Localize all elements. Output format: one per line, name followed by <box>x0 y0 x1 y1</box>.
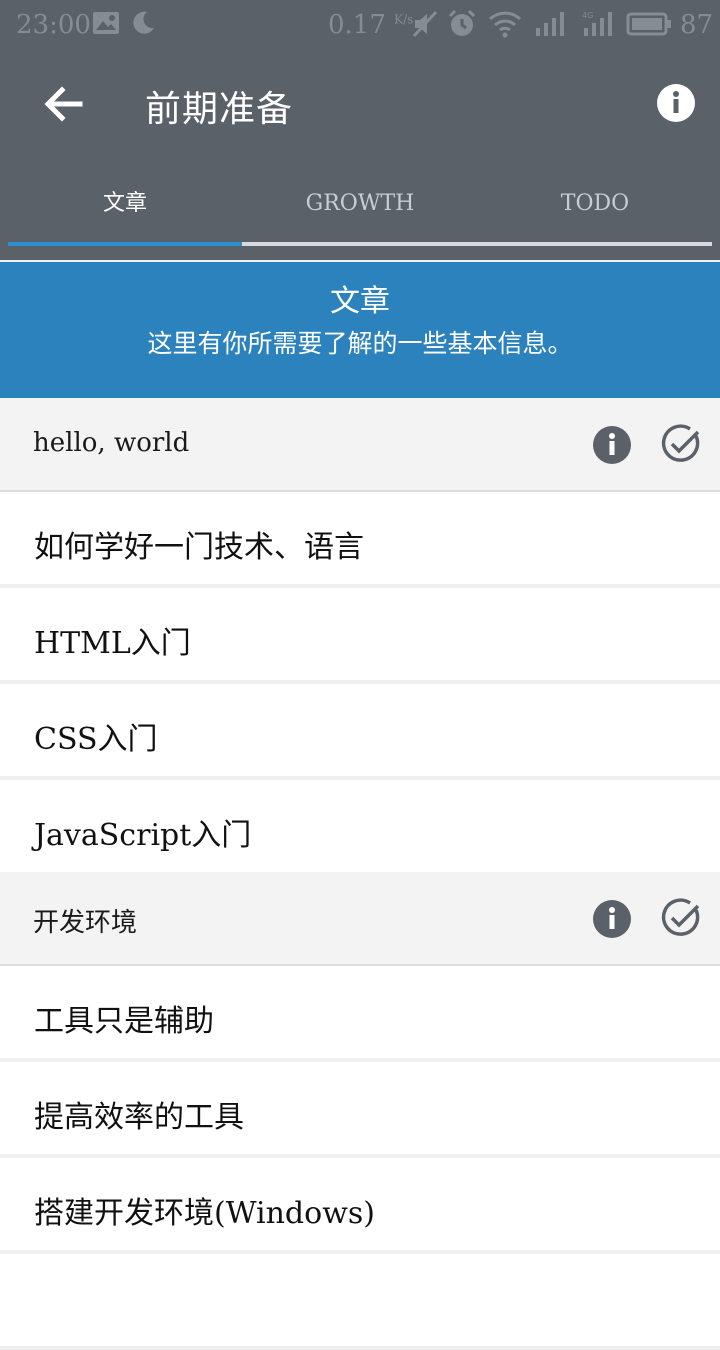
mute-icon <box>412 10 438 42</box>
list-item-label: HTML入门 <box>34 626 191 661</box>
speed-unit: K/s <box>394 12 414 27</box>
status-time: 23:00 <box>16 10 91 40</box>
battery-level: 87 <box>680 10 714 40</box>
list-item[interactable]: 如何学好一门技术、语言 <box>0 492 720 584</box>
page-title: 前期准备 <box>145 89 294 130</box>
list-item[interactable]: CSS入门 <box>0 684 720 776</box>
arrow-left-icon <box>44 86 83 122</box>
banner-title: 文章 <box>330 284 390 319</box>
tab-growth[interactable]: GROWTH <box>243 178 477 242</box>
signal-4g-icon: 4G <box>580 10 618 42</box>
tab-articles[interactable]: 文章 <box>8 178 242 242</box>
list-item-label: JavaScript入门 <box>34 818 252 853</box>
status-bar: 23:00 0.17 K/s 4G 87 <box>0 0 720 50</box>
tab-indicator <box>8 242 242 246</box>
list-item[interactable]: JavaScript入门 <box>0 780 720 872</box>
list-item-label: 提高效率的工具 <box>34 1100 244 1135</box>
check-circle-icon[interactable] <box>660 423 702 465</box>
signal-icon <box>534 10 568 42</box>
section-banner: 文章 这里有你所需要了解的一些基本信息。 <box>0 262 720 398</box>
alarm-icon <box>448 9 476 42</box>
banner-subtitle: 这里有你所需要了解的一些基本信息。 <box>147 329 573 358</box>
info-icon[interactable] <box>592 899 632 939</box>
wifi-icon <box>488 10 522 42</box>
back-button[interactable] <box>40 80 88 128</box>
section-title: 开发环境 <box>33 908 138 938</box>
speed-value: 0.17 <box>328 10 386 40</box>
list-item[interactable]: HTML入门 <box>0 588 720 680</box>
tab-todo[interactable]: TODO <box>478 178 712 242</box>
battery-icon <box>626 10 672 42</box>
section-header[interactable]: hello, world <box>0 398 720 492</box>
list-item-label: 工具只是辅助 <box>34 1004 214 1039</box>
section-title: hello, world <box>33 428 190 458</box>
network-speed: 0.17 K/s <box>328 10 413 40</box>
list-item-label: 搭建开发环境(Windows) <box>34 1196 375 1231</box>
list-item[interactable]: 提高效率的工具 <box>0 1062 720 1154</box>
list-item-label: CSS入门 <box>34 722 158 757</box>
info-button[interactable] <box>656 83 696 123</box>
list-item[interactable]: 搭建开发环境(Windows) <box>0 1158 720 1250</box>
moon-icon <box>130 10 156 40</box>
tab-bar: 文章 GROWTH TODO <box>8 178 712 248</box>
app-bar: 前期准备 文章 GROWTH TODO <box>0 50 720 260</box>
image-icon <box>92 10 120 40</box>
list-item[interactable]: 工具只是辅助 <box>0 966 720 1058</box>
info-icon <box>657 84 695 122</box>
check-circle-icon[interactable] <box>660 897 702 939</box>
list-item-label: 如何学好一门技术、语言 <box>34 530 364 565</box>
info-icon[interactable] <box>592 425 632 465</box>
svg-text:4G: 4G <box>582 11 593 20</box>
section-header[interactable]: 开发环境 <box>0 872 720 966</box>
list-item[interactable] <box>0 1254 720 1346</box>
article-list: hello, world 如何学好一门技术、语言 HTML入门 CSS入门 Ja… <box>0 398 720 1350</box>
